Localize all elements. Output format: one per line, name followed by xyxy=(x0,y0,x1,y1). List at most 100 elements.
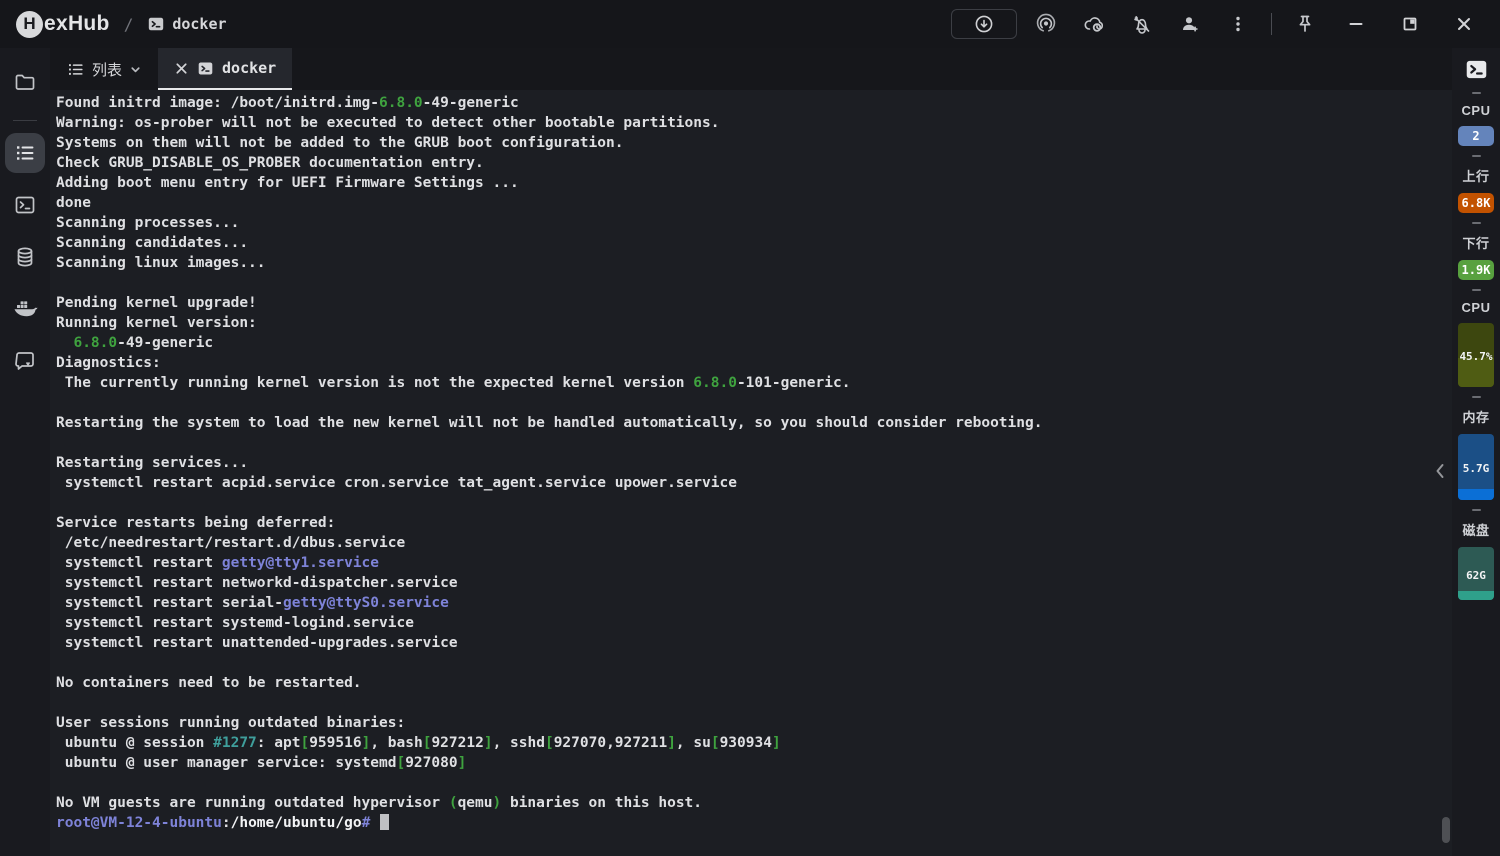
folder-icon xyxy=(13,70,37,94)
stat-cpu-usage: CPU 45.7% xyxy=(1458,289,1495,387)
sidebar-item-database[interactable] xyxy=(5,237,45,277)
stat-label: 磁盘 xyxy=(1462,523,1490,538)
terminal-line: No VM guests are running outdated hyperv… xyxy=(56,795,703,811)
terminal-line: Restarting the system to load the new ke… xyxy=(56,415,1043,431)
sidebar-item-terminal[interactable] xyxy=(5,185,45,225)
download-button[interactable] xyxy=(951,9,1017,39)
stat-gauge: 5.7G xyxy=(1458,434,1494,500)
logo-h-icon: H xyxy=(16,10,43,38)
terminal-mini-icon xyxy=(147,15,165,33)
titlebar-divider xyxy=(1271,13,1272,35)
terminal-line: Pending kernel upgrade! xyxy=(56,295,257,311)
sidebar-item-files[interactable] xyxy=(5,62,45,102)
terminal-line: The currently running kernel version is … xyxy=(56,375,851,391)
stat-value-badge: 6.8K xyxy=(1457,193,1495,213)
left-sidebar xyxy=(0,48,50,856)
terminal-line: Service restarts being deferred: xyxy=(56,515,336,531)
panel-terminal-icon[interactable] xyxy=(1465,58,1488,81)
titlebar-actions xyxy=(951,8,1486,40)
tab-label: docker xyxy=(222,59,277,77)
breadcrumb-separator: / xyxy=(123,14,134,34)
stat-label: 内存 xyxy=(1462,410,1490,425)
app-name: exHub xyxy=(44,12,110,35)
app-window: H exHub / docker 列表 docker Found initrd … xyxy=(0,0,1500,856)
terminal-line: Scanning linux images... xyxy=(56,255,266,271)
vertical-scrollbar-thumb[interactable] xyxy=(1442,817,1450,843)
terminal-line: ubuntu @ session #1277: apt[959516], bas… xyxy=(56,735,781,751)
breadcrumb-session[interactable]: docker xyxy=(147,15,227,33)
terminal-line: systemctl restart serial-getty@ttyS0.ser… xyxy=(56,595,449,611)
app-logo: H exHub xyxy=(16,10,110,38)
cloud-sync-icon[interactable] xyxy=(1075,9,1113,39)
stat-gauge: 62G xyxy=(1458,547,1494,600)
stat-value-badge: 2 xyxy=(1458,126,1494,146)
stats-list: CPU 2 上行 6.8K 下行 1.9K CPU 45.7% 内存 5.7G 磁盘 62G xyxy=(1457,83,1495,600)
sidebar-divider xyxy=(13,120,37,121)
stat-memory: 内存 5.7G xyxy=(1458,396,1495,500)
terminal-line: done xyxy=(56,195,91,211)
terminal-line: root@VM-12-4-ubuntu:/home/ubuntu/go# xyxy=(56,813,1442,833)
terminal-line: systemctl restart systemd-logind.service xyxy=(56,615,414,631)
terminal-line: Warning: os-prober will not be executed … xyxy=(56,115,720,131)
list-icon xyxy=(66,60,85,79)
pin-icon[interactable] xyxy=(1286,9,1324,39)
terminal-icon xyxy=(13,193,37,217)
terminal-mini-icon xyxy=(197,60,214,77)
minimize-button[interactable] xyxy=(1334,8,1378,40)
stat-gauge: 45.7% xyxy=(1458,323,1494,387)
terminal-line: Check GRUB_DISABLE_OS_PROBER documentati… xyxy=(56,155,484,171)
stat-download: 下行 1.9K xyxy=(1457,222,1495,280)
stat-cpu-count: CPU 2 xyxy=(1458,92,1495,146)
terminal-cursor xyxy=(380,814,390,830)
terminal-line: systemctl restart getty@tty1.service xyxy=(56,555,380,571)
terminal-line: Scanning processes... xyxy=(56,215,240,231)
terminal-line: systemctl restart networkd-dispatcher.se… xyxy=(56,575,458,591)
tab-docker[interactable]: docker xyxy=(158,48,293,90)
list-icon xyxy=(13,141,37,165)
session-label: docker xyxy=(172,15,227,33)
tabbar: 列表 docker xyxy=(50,48,1452,90)
add-user-icon[interactable] xyxy=(1171,9,1209,39)
sidebar-item-list[interactable] xyxy=(5,133,45,173)
stat-divider xyxy=(1471,155,1481,157)
terminal-line: Systems on them will not be added to the… xyxy=(56,135,624,151)
terminal-line: Adding boot menu entry for UEFI Firmware… xyxy=(56,175,519,191)
stat-divider xyxy=(1471,509,1481,511)
collapse-panel-icon[interactable] xyxy=(1432,460,1448,482)
terminal-line: Restarting services... xyxy=(56,455,249,471)
terminal-output[interactable]: Found initrd image: /boot/initrd.img-6.8… xyxy=(50,90,1452,856)
stat-label: 下行 xyxy=(1462,236,1490,251)
titlebar: H exHub / docker xyxy=(0,0,1500,48)
main-area: 列表 docker Found initrd image: /boot/init… xyxy=(50,48,1452,856)
sidebar-item-docker[interactable] xyxy=(5,289,45,329)
stat-divider xyxy=(1471,222,1481,224)
terminal-line: 6.8.0-49-generic xyxy=(73,335,214,351)
stat-label: CPU xyxy=(1461,103,1491,118)
stat-label: CPU xyxy=(1461,300,1491,315)
terminal-line: Diagnostics: xyxy=(56,355,161,371)
maximize-button[interactable] xyxy=(1388,8,1432,40)
stat-upload: 上行 6.8K xyxy=(1457,155,1495,213)
close-button[interactable] xyxy=(1442,8,1486,40)
stat-divider xyxy=(1471,396,1481,398)
stat-value-badge: 1.9K xyxy=(1457,260,1495,280)
session-list-dropdown[interactable]: 列表 xyxy=(50,48,158,90)
sidebar-item-chat[interactable] xyxy=(5,341,45,381)
terminal-line: systemctl restart acpid.service cron.ser… xyxy=(56,475,737,491)
tab-close-icon[interactable] xyxy=(174,61,189,76)
more-menu-icon[interactable] xyxy=(1219,9,1257,39)
right-stats-panel: CPU 2 上行 6.8K 下行 1.9K CPU 45.7% 内存 5.7G 磁盘 62G xyxy=(1452,48,1500,856)
stat-divider xyxy=(1471,92,1481,94)
terminal-line: ubuntu @ user manager service: systemd[9… xyxy=(56,755,467,771)
stat-divider xyxy=(1471,289,1481,291)
terminal-line: User sessions running outdated binaries: xyxy=(56,715,406,731)
hotspot-icon[interactable] xyxy=(1027,9,1065,39)
terminal-line: /etc/needrestart/restart.d/dbus.service xyxy=(56,535,406,551)
notifications-off-icon[interactable] xyxy=(1123,9,1161,39)
